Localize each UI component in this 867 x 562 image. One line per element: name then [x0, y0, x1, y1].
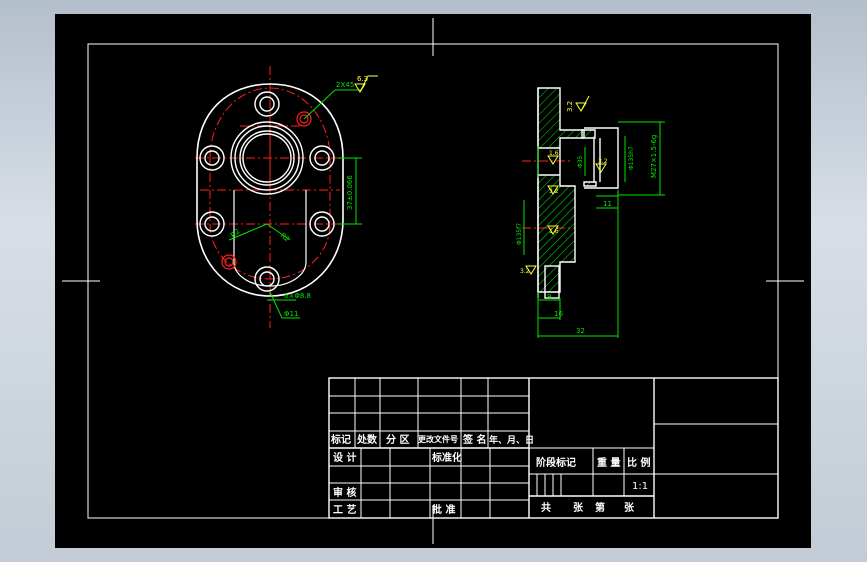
flange-section-view: 3.2 M27×1.5-6g Φ35 Φ135h7 Φ135f7 11 9 16…: [516, 87, 665, 338]
radius-dim-1: R2: [229, 227, 241, 239]
roughness-d: 3.2: [549, 188, 559, 195]
section-roughness-top: 3.2: [566, 101, 574, 112]
cad-viewport: 2X45 6.3 37±0.066 R2 R2 6×Φ8.8 Φ11 3.2 M…: [0, 0, 867, 562]
row-design: 设 计: [333, 451, 356, 464]
flange-diameter-dim: Φ135h7: [628, 146, 635, 170]
section-hatch: [537, 87, 597, 293]
header-count: 处数: [356, 433, 378, 446]
flange-front-view: 2X45 6.3 37±0.066 R2 R2 6×Φ8.8 Φ11: [195, 66, 378, 328]
roughness-a: 1.6: [549, 150, 559, 157]
scale-value: 1:1: [632, 481, 648, 492]
hole-callout-1: 6×Φ8.8: [284, 292, 311, 300]
scale-label: 比 例: [627, 456, 650, 469]
row-review: 审 核: [333, 486, 356, 499]
length-dim-32: 32: [576, 327, 585, 335]
left-dimensions: [228, 89, 362, 319]
center-distance-dim: 37±0.066: [346, 175, 354, 210]
header-doc-number: 更改文件号: [418, 434, 458, 444]
title-block: [328, 377, 779, 519]
length-dim-11: 11: [603, 200, 612, 208]
weight-label: 重 量: [597, 456, 620, 469]
drawing-sheet[interactable]: 2X45 6.3 37±0.066 R2 R2 6×Φ8.8 Φ11 3.2 M…: [55, 14, 811, 548]
header-mark: 标记: [330, 433, 351, 446]
hole-callout-2: Φ11: [284, 310, 298, 318]
sheets-label-1: 张: [573, 501, 584, 514]
roughness-e: 3.2: [520, 268, 530, 275]
row-standardization: 标准化: [431, 451, 462, 464]
chamfer-label: 2X45: [336, 81, 354, 89]
thread-dim: M27×1.5-6g: [650, 135, 658, 178]
drawing-canvas: 2X45 6.3 37±0.066 R2 R2 6×Φ8.8 Φ11 3.2 M…: [62, 18, 804, 544]
bore-dim: Φ35: [577, 155, 584, 168]
roughness-value: 6.3: [357, 75, 368, 83]
roughness-b: 3.2: [598, 158, 608, 165]
drawing-frame: [62, 18, 804, 544]
length-dim-9: 9: [547, 293, 551, 301]
sheets-label-2: 张: [624, 501, 635, 514]
left-centerlines: [195, 66, 345, 328]
length-dim-16: 16: [554, 310, 563, 318]
row-approve: 批 准: [432, 503, 455, 516]
header-zone: 分 区: [386, 433, 409, 446]
header-date: 年、月、日: [489, 434, 534, 446]
stage-mark-label: 阶段标记: [536, 456, 576, 469]
total-label: 共: [541, 501, 551, 514]
row-process: 工 艺: [333, 503, 356, 516]
header-sign: 签 名: [462, 433, 486, 446]
page-label: 第: [595, 501, 605, 514]
roughness-c: 1.6: [549, 228, 559, 235]
seal-diameter-dim: Φ135f7: [516, 223, 523, 245]
